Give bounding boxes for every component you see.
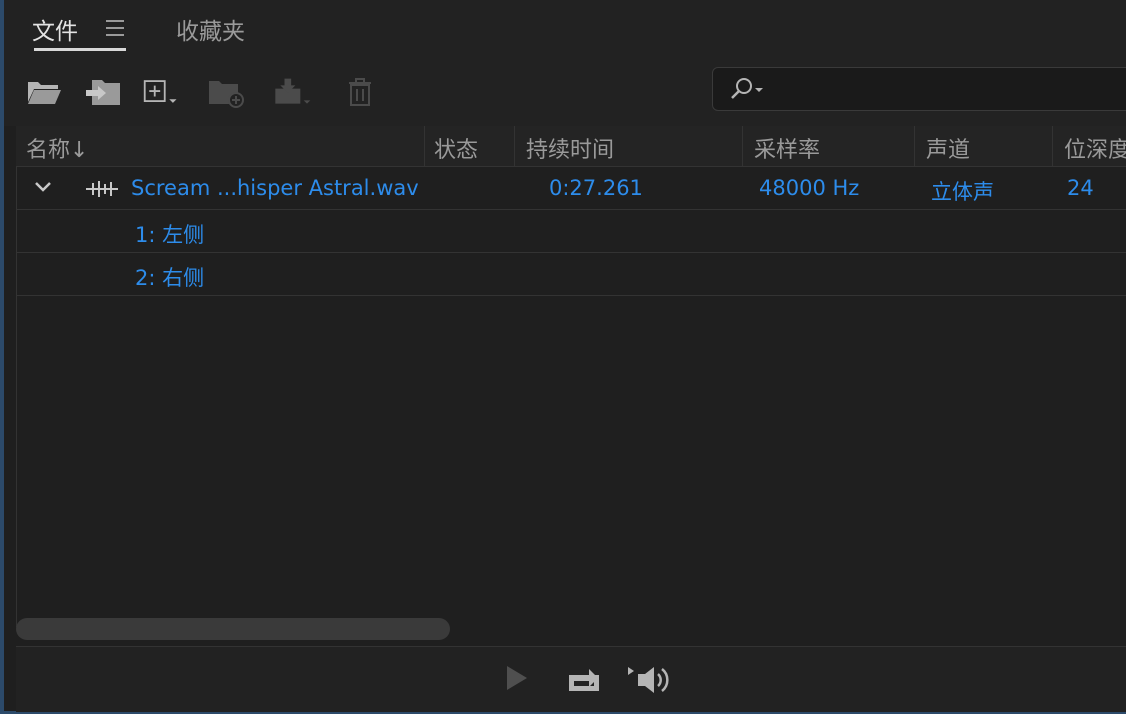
column-divider[interactable] <box>514 126 515 166</box>
search-box[interactable] <box>712 67 1126 111</box>
column-header-channels[interactable]: 声道 <box>926 132 970 164</box>
loop-icon[interactable] <box>564 663 604 699</box>
search-icon[interactable] <box>727 76 767 106</box>
file-name[interactable]: Scream ...hisper Astral.wav <box>131 176 419 200</box>
list-item[interactable]: 1: 左侧 <box>17 210 1126 253</box>
sort-descending-icon: ↓ <box>70 138 89 163</box>
file-list: Scream ...hisper Astral.wav 0:27.261 480… <box>16 167 1126 627</box>
new-item-dropdown-icon[interactable] <box>142 72 182 112</box>
column-header-status[interactable]: 状态 <box>434 132 478 164</box>
column-divider[interactable] <box>914 126 915 166</box>
file-bit-depth: 24 <box>1067 176 1094 200</box>
channel-label[interactable]: 1: 左侧 <box>135 219 204 249</box>
toolbar <box>4 58 1126 126</box>
column-header-bit-depth[interactable]: 位深度 <box>1064 132 1126 164</box>
new-bin-icon <box>206 72 246 112</box>
chevron-down-icon[interactable] <box>33 179 53 198</box>
active-tab-indicator <box>34 48 126 51</box>
file-sample-rate: 48000 Hz <box>759 176 860 200</box>
export-dropdown-icon <box>272 72 312 112</box>
file-channels: 立体声 <box>931 180 994 204</box>
tab-files[interactable]: 文件 <box>32 12 78 46</box>
column-divider[interactable] <box>742 126 743 166</box>
horizontal-scrollbar[interactable] <box>16 618 450 640</box>
column-divider[interactable] <box>1052 126 1053 166</box>
column-divider[interactable] <box>424 126 425 166</box>
panel-menu-icon[interactable] <box>106 20 124 36</box>
search-input[interactable] <box>771 74 1125 104</box>
column-header-row: 名称↓ 状态 持续时间 采样率 声道 位深度 <box>16 126 1126 167</box>
column-header-name[interactable]: 名称↓ <box>26 132 88 164</box>
file-duration: 0:27.261 <box>549 176 643 200</box>
table-row[interactable]: Scream ...hisper Astral.wav 0:27.261 480… <box>17 167 1126 210</box>
column-header-sample-rate[interactable]: 采样率 <box>754 132 820 164</box>
volume-icon[interactable] <box>626 663 680 701</box>
list-item[interactable]: 2: 右侧 <box>17 253 1126 296</box>
play-icon[interactable] <box>504 663 530 697</box>
trash-icon <box>340 72 380 112</box>
open-folder-icon[interactable] <box>24 72 64 112</box>
channel-label[interactable]: 2: 右侧 <box>135 262 204 292</box>
import-folder-icon[interactable] <box>84 72 124 112</box>
audio-waveform-icon <box>85 179 119 203</box>
panel-tab-bar: 文件 收藏夹 <box>4 0 1126 58</box>
tab-favorites[interactable]: 收藏夹 <box>176 12 245 46</box>
column-header-duration[interactable]: 持续时间 <box>526 132 614 164</box>
transport-bar <box>16 646 1126 712</box>
